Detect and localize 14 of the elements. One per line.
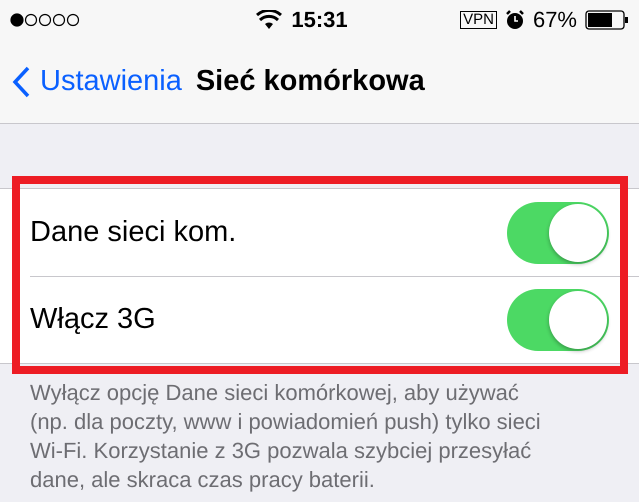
back-button[interactable]: Ustawienia bbox=[12, 65, 182, 98]
page-title: Sieć komórkowa bbox=[196, 65, 425, 98]
setting-label: Włącz 3G bbox=[30, 303, 156, 336]
chevron-icon bbox=[12, 66, 30, 98]
vpn-badge: VPN bbox=[460, 11, 497, 29]
toggle-switch[interactable] bbox=[507, 288, 609, 350]
toggle-switch[interactable] bbox=[507, 202, 609, 264]
setting-label: Dane sieci kom. bbox=[30, 216, 236, 249]
footer-note: Wyłącz opcję Dane sieci komórkowej, aby używać (np. dla poczty, www i powiadomień push) tylko sieci Wi-Fi. Korzystanie z 3G pozwala szybciej przesyłać dane, ale skraca czas pracy baterii. bbox=[29, 379, 542, 494]
battery-percent: 67% bbox=[532, 7, 577, 33]
clock-time: 15:31 bbox=[291, 7, 348, 33]
wifi-icon bbox=[256, 10, 282, 30]
alarm-icon bbox=[504, 10, 525, 30]
battery-icon bbox=[585, 10, 629, 30]
